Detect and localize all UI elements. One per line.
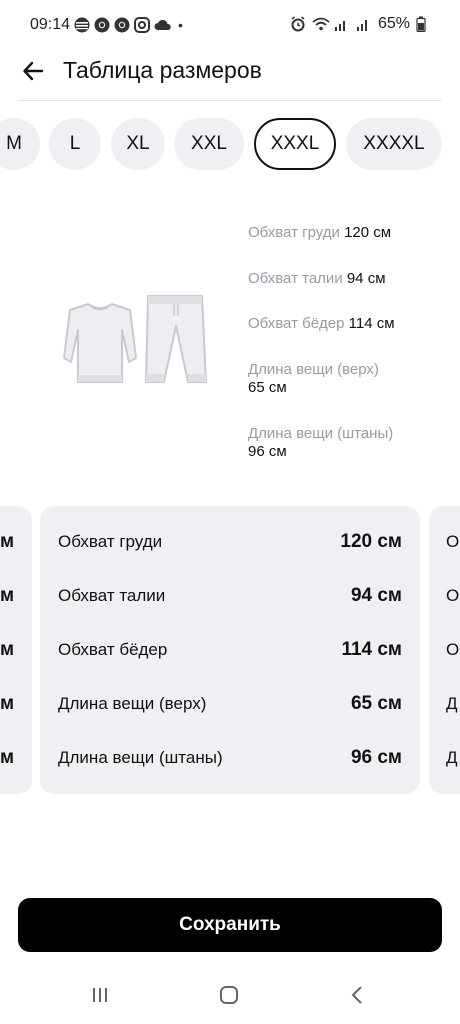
size-chip-xxxxl[interactable]: XXXXL: [346, 118, 442, 170]
size-cards-carousel[interactable]: м м м м м Обхват груди 120 см Обхват тал…: [0, 506, 460, 794]
card-row: Д: [429, 677, 460, 731]
preview-label: Обхват груди: [248, 224, 340, 241]
card-row: м: [0, 677, 32, 731]
size-chip-label: XXL: [191, 133, 227, 154]
app-icon: [74, 17, 90, 33]
arrow-left-icon: [22, 60, 44, 87]
recent-apps-button[interactable]: [85, 984, 115, 1010]
row-label: Об: [446, 640, 460, 659]
back-button[interactable]: [16, 56, 50, 90]
row-label: Обхват груди: [58, 532, 163, 551]
row-value: 96 см: [350, 747, 402, 768]
size-card-current: Обхват груди 120 см Обхват талии 94 см О…: [40, 506, 420, 794]
card-row: м: [0, 569, 32, 623]
preview-value: 96 см: [248, 443, 287, 460]
size-chip-m[interactable]: M: [0, 118, 40, 170]
card-row: м: [0, 731, 32, 785]
preview-value: 120 см: [344, 224, 392, 241]
back-icon: [348, 985, 368, 1010]
row-value: м: [0, 747, 14, 768]
preview-value: 65 см: [248, 379, 287, 396]
size-chip-label: XL: [126, 133, 150, 154]
row-value: м: [0, 639, 14, 660]
row-label: Об: [446, 532, 460, 551]
row-label: Об: [446, 586, 460, 605]
card-row: м: [0, 515, 32, 569]
header-divider: [18, 100, 442, 101]
sweatshirt-pants-icon: [63, 295, 207, 383]
row-label: Длина вещи (штаны): [58, 748, 223, 767]
table-row: Обхват груди 120 см: [40, 515, 420, 569]
size-chip-l[interactable]: L: [49, 118, 101, 170]
size-card-previous[interactable]: м м м м м: [0, 506, 32, 794]
preview-label: Обхват талии: [248, 270, 343, 287]
row-label: Длина вещи (верх): [58, 694, 207, 713]
row-label: Д: [446, 748, 458, 767]
card-row: м: [0, 623, 32, 677]
preview-value: 94 см: [346, 270, 386, 287]
size-chip-label: M: [6, 133, 22, 154]
page-title: Таблица размеров: [63, 57, 262, 83]
size-chip-xxl[interactable]: XXL: [174, 118, 244, 170]
preview-row: Обхват бёдер 114 см: [248, 315, 448, 333]
preview-row: Обхват груди 120 см: [248, 224, 448, 242]
cloud-icon: [154, 17, 171, 33]
size-chip-label: XXXXL: [363, 133, 425, 154]
save-button[interactable]: Сохранить: [18, 898, 442, 952]
preview-label: Длина вещи (верх): [248, 361, 379, 378]
preview-row: Обхват талии 94 см: [248, 270, 448, 288]
size-chip-xxxl[interactable]: XXXL: [254, 118, 336, 170]
preview-value: 114 см: [348, 315, 395, 332]
chrome-icon: [114, 17, 130, 33]
row-label: Обхват талии: [58, 586, 166, 605]
preview-label: Обхват бёдер: [248, 315, 345, 332]
app-header: Таблица размеров: [0, 50, 460, 100]
row-value: 114 см: [341, 639, 402, 660]
status-time: 09:14: [30, 16, 71, 33]
row-value: 94 см: [350, 585, 402, 606]
row-value: 65 см: [350, 693, 402, 714]
row-label: Обхват бёдер: [58, 640, 168, 659]
card-row: Об: [429, 623, 460, 677]
battery-percent: 65%: [377, 15, 410, 32]
signal-icon: [334, 16, 350, 32]
table-row: Обхват талии 94 см: [40, 569, 420, 623]
alarm-icon: [290, 16, 306, 32]
size-chip-label: L: [69, 133, 81, 154]
status-dot: •: [178, 17, 183, 33]
chrome-icon: [94, 17, 110, 33]
system-nav-bar: [0, 972, 460, 1024]
row-label: Д: [446, 694, 458, 713]
signal-icon: [356, 16, 372, 32]
size-chip-xl[interactable]: XL: [111, 118, 165, 170]
status-notification-icons: •: [74, 17, 183, 33]
clothing-illustration: [50, 292, 210, 392]
status-system-icons: 65%: [290, 15, 432, 33]
size-chip-label: XXXL: [270, 133, 320, 154]
table-row: Длина вещи (штаны) 96 см: [40, 731, 420, 785]
home-button[interactable]: [214, 984, 244, 1010]
instagram-icon: [134, 17, 150, 33]
system-back-button[interactable]: [343, 984, 373, 1010]
preview-label: Длина вещи (штаны): [248, 425, 394, 442]
card-row: Д: [429, 731, 460, 785]
row-value: м: [0, 693, 14, 714]
table-row: Обхват бёдер 114 см: [40, 623, 420, 677]
row-value: 120 см: [340, 531, 402, 552]
status-bar: 09:14 • 65%: [0, 0, 460, 50]
home-icon: [219, 985, 239, 1010]
row-value: м: [0, 531, 14, 552]
row-value: м: [0, 585, 14, 606]
battery-icon: [416, 16, 432, 33]
wifi-icon: [312, 16, 330, 32]
card-row: Об: [429, 569, 460, 623]
table-row: Длина вещи (верх) 65 см: [40, 677, 420, 731]
size-tabs: M L XL XXL XXXL XXXXL: [0, 117, 460, 173]
recent-apps-icon: [90, 985, 110, 1010]
preview-row: Длина вещи (штаны) 96 см: [248, 425, 448, 461]
card-row: Об: [429, 515, 460, 569]
size-card-next[interactable]: Об Об Об Д Д: [429, 506, 460, 794]
preview-row: Длина вещи (верх) 65 см: [248, 361, 448, 397]
